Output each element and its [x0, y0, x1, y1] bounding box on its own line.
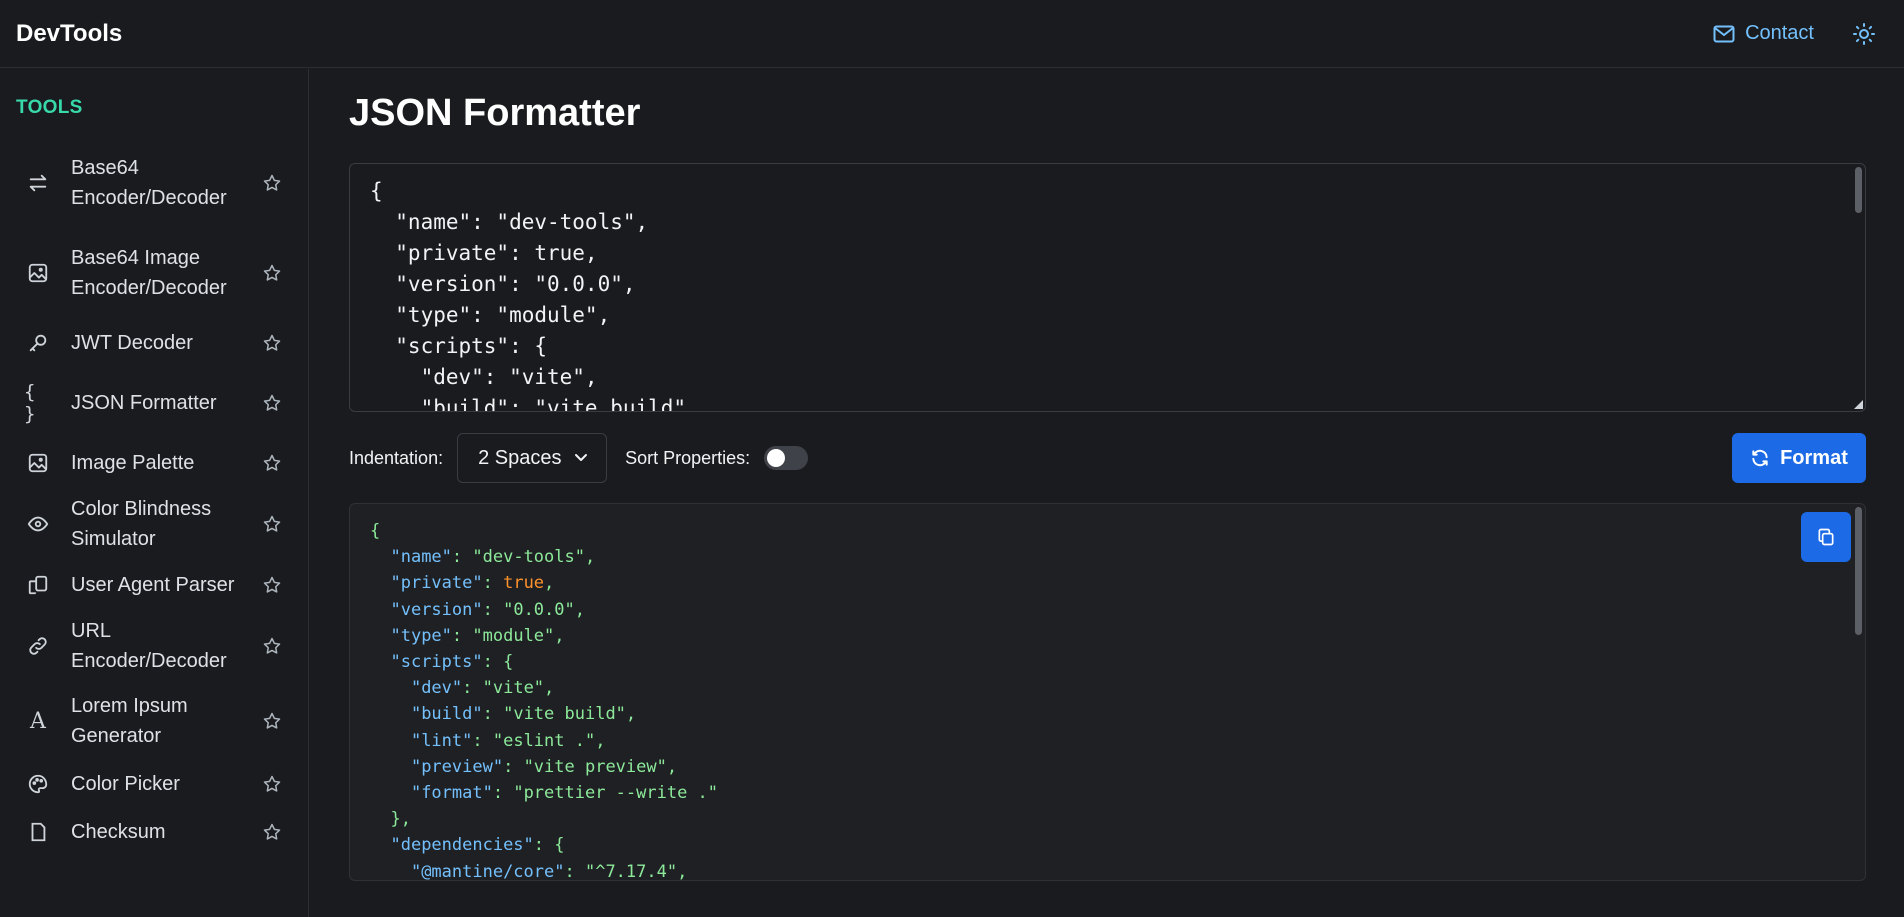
typography-icon: A	[30, 708, 46, 734]
sidebar-item-color-picker[interactable]: Color Picker	[0, 769, 308, 799]
sidebar-item-image-palette[interactable]: Image Palette	[0, 448, 308, 478]
json-output-line: "private": true,	[390, 573, 555, 594]
sidebar-item-color-blindness[interactable]: Color Blindness Simulator	[0, 494, 308, 554]
sidebar-item-label: Lorem Ipsum Generator	[71, 695, 188, 747]
palette-icon	[24, 770, 52, 798]
sidebar-item-label: Color Picker	[71, 773, 180, 795]
contact-link[interactable]: Contact	[1713, 22, 1814, 45]
star-icon[interactable]	[258, 632, 286, 660]
top-header: DevTools Contact	[0, 0, 1904, 68]
sort-properties-toggle[interactable]	[764, 446, 809, 470]
output-scrollbar[interactable]	[1855, 507, 1862, 635]
star-icon[interactable]	[258, 329, 286, 357]
file-icon	[24, 818, 52, 846]
indentation-select[interactable]: 2 Spaces	[457, 433, 608, 483]
sort-properties-label: Sort Properties:	[625, 447, 751, 468]
sidebar: TOOLS Base64 Encoder/Decoder Base64 Imag…	[0, 69, 309, 917]
sidebar-item-json-formatter[interactable]: { } JSON Formatter	[0, 381, 308, 425]
star-icon[interactable]	[258, 259, 286, 287]
chevron-down-icon	[575, 454, 588, 461]
json-output-line: "name": "dev-tools",	[390, 547, 596, 568]
json-output-line: "scripts": {	[390, 652, 514, 673]
sidebar-item-user-agent[interactable]: User Agent Parser	[0, 570, 308, 600]
json-output-code: { "name": "dev-tools", "private": true, …	[370, 518, 719, 881]
braces-icon: { }	[24, 381, 36, 425]
star-icon[interactable]	[258, 818, 286, 846]
sun-icon	[1853, 22, 1875, 45]
contact-label: Contact	[1745, 22, 1814, 44]
refresh-icon	[1752, 449, 1768, 467]
sidebar-item-checksum[interactable]: Checksum	[0, 817, 308, 847]
json-output-line: "build": "vite build",	[410, 704, 637, 725]
star-icon[interactable]	[258, 770, 286, 798]
json-output-line: {	[370, 521, 381, 541]
tool-list: Base64 Encoder/Decoder Base64 Image Enco…	[0, 147, 308, 847]
sidebar-item-label: Image Palette	[71, 452, 195, 474]
star-icon[interactable]	[258, 169, 286, 197]
sidebar-item-lorem-ipsum[interactable]: A Lorem Ipsum Generator	[0, 691, 308, 751]
sidebar-item-label: Checksum	[71, 821, 166, 843]
star-icon[interactable]	[258, 510, 286, 538]
input-scrollbar[interactable]	[1855, 167, 1862, 213]
link-icon	[24, 632, 52, 660]
json-output-line: "type": "module",	[390, 625, 565, 646]
sidebar-item-label: Base64 Image Encoder/Decoder	[71, 247, 227, 299]
star-icon[interactable]	[258, 449, 286, 477]
sidebar-item-label: User Agent Parser	[71, 574, 235, 596]
copy-icon	[1818, 528, 1834, 546]
json-output-line: "version": "0.0.0",	[390, 599, 585, 620]
resize-handle[interactable]	[1854, 400, 1863, 409]
json-output-line: "lint": "eslint .",	[410, 730, 606, 751]
sidebar-item-base64[interactable]: Base64 Encoder/Decoder	[0, 153, 308, 213]
json-output-line: "@mantine/core": "^7.17.4",	[410, 861, 688, 881]
star-icon[interactable]	[258, 571, 286, 599]
sidebar-item-url-encoder[interactable]: URL Encoder/Decoder	[0, 616, 308, 676]
format-button-label: Format	[1780, 446, 1848, 469]
sidebar-item-label: URL Encoder/Decoder	[71, 620, 227, 672]
json-output-line: "dev": "vite",	[410, 678, 555, 699]
photo-icon	[24, 259, 52, 287]
header-actions: Contact	[1713, 20, 1888, 48]
arrows-exchange-icon	[24, 169, 52, 197]
json-output-line: },	[390, 809, 411, 830]
json-input-text[interactable]: { "name": "dev-tools", "private": true, …	[370, 176, 699, 411]
json-output-line: "dependencies": {	[390, 835, 565, 856]
sidebar-item-label: JWT Decoder	[71, 332, 193, 354]
format-button[interactable]: Format	[1732, 433, 1866, 483]
photo-icon	[24, 449, 52, 477]
eye-icon	[24, 510, 52, 538]
json-output-line: "format": "prettier --write ."	[410, 783, 719, 804]
page-title: JSON Formatter	[349, 92, 641, 134]
key-icon	[24, 329, 52, 357]
json-output-panel: { "name": "dev-tools", "private": true, …	[349, 503, 1866, 881]
sidebar-item-jwt[interactable]: JWT Decoder	[0, 328, 308, 358]
format-controls: Indentation: 2 Spaces Sort Properties: F…	[349, 433, 1866, 483]
sidebar-heading: TOOLS	[16, 97, 83, 118]
sidebar-item-label: JSON Formatter	[71, 392, 217, 414]
sidebar-item-base64-image[interactable]: Base64 Image Encoder/Decoder	[0, 243, 308, 303]
indentation-value: 2 Spaces	[478, 446, 562, 469]
star-icon[interactable]	[258, 707, 286, 735]
mail-icon	[1713, 25, 1735, 42]
toggle-knob	[767, 449, 786, 467]
devices-icon	[24, 571, 52, 599]
star-icon[interactable]	[258, 389, 286, 417]
json-input-textarea[interactable]: { "name": "dev-tools", "private": true, …	[349, 163, 1866, 412]
sidebar-item-label: Color Blindness Simulator	[71, 498, 212, 550]
json-output-line: "preview": "vite preview",	[410, 756, 678, 777]
brand-logo[interactable]: DevTools	[16, 20, 122, 48]
copy-button[interactable]	[1801, 512, 1851, 562]
theme-toggle-button[interactable]	[1850, 20, 1878, 48]
sidebar-item-label: Base64 Encoder/Decoder	[71, 157, 227, 209]
indentation-label: Indentation:	[349, 447, 444, 468]
